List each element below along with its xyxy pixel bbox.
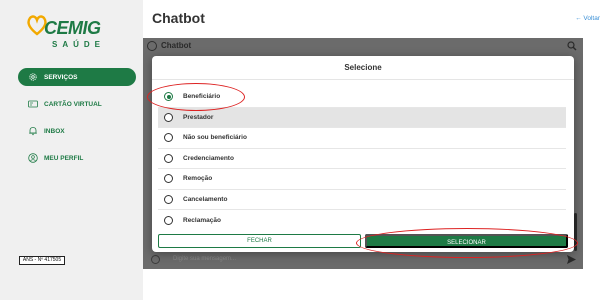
option-label: Não sou beneficiário bbox=[183, 134, 247, 142]
options-list: Beneficiário Prestador Não sou beneficiá… bbox=[158, 87, 566, 231]
cemig-saude-logo: CEMIG SAÚDE bbox=[24, 10, 120, 54]
option-label: Reclamação bbox=[183, 216, 221, 224]
attach-plus-icon[interactable] bbox=[151, 255, 160, 264]
app-root: CEMIG SAÚDE SERVIÇOS CARTÃO VIRTUAL INBO… bbox=[0, 0, 616, 300]
card-icon bbox=[28, 100, 38, 108]
back-link[interactable]: ← Voltar bbox=[575, 15, 600, 22]
sidebar-item-inbox[interactable]: INBOX bbox=[18, 122, 136, 140]
option-label: Prestador bbox=[183, 113, 214, 121]
message-input[interactable]: Digite sua mensagem... bbox=[173, 256, 236, 262]
select-modal: Selecione Beneficiário Prestador Não sou… bbox=[152, 56, 574, 252]
radio-button[interactable] bbox=[164, 112, 173, 122]
logo-brand: CEMIG bbox=[44, 18, 101, 38]
bell-icon bbox=[29, 127, 37, 136]
sidebar: CEMIG SAÚDE SERVIÇOS CARTÃO VIRTUAL INBO… bbox=[0, 0, 143, 300]
radio-button[interactable] bbox=[164, 92, 173, 102]
close-button[interactable]: FECHAR bbox=[158, 234, 361, 248]
option-remocao[interactable]: Remoção bbox=[158, 169, 566, 190]
sidebar-item-label: INBOX bbox=[44, 127, 65, 135]
option-prestador[interactable]: Prestador bbox=[158, 107, 566, 128]
option-label: Beneficiário bbox=[183, 93, 221, 101]
sidebar-item-meu-perfil[interactable]: MEU PERFIL bbox=[18, 149, 136, 167]
radio-button[interactable] bbox=[164, 215, 173, 225]
option-label: Cancelamento bbox=[183, 195, 228, 203]
select-button[interactable]: SELECIONAR bbox=[365, 234, 568, 248]
option-label: Remoção bbox=[183, 175, 213, 183]
sidebar-item-cartao-virtual[interactable]: CARTÃO VIRTUAL bbox=[18, 95, 136, 113]
sidebar-item-label: SERVIÇOS bbox=[44, 73, 78, 81]
option-cancelamento[interactable]: Cancelamento bbox=[158, 190, 566, 210]
option-label: Credenciamento bbox=[183, 154, 234, 162]
sidebar-item-label: CARTÃO VIRTUAL bbox=[44, 100, 102, 108]
search-icon[interactable] bbox=[567, 41, 577, 51]
radio-button[interactable] bbox=[164, 153, 173, 163]
sidebar-item-label: MEU PERFIL bbox=[44, 154, 84, 162]
sidebar-nav: SERVIÇOS CARTÃO VIRTUAL INBOX MEU PERFIL bbox=[18, 68, 136, 176]
radio-button[interactable] bbox=[164, 174, 173, 184]
chat-scrollbar[interactable] bbox=[574, 213, 577, 251]
chat-composer: Digite sua mensagem... bbox=[143, 252, 583, 268]
logo-subtitle: SAÚDE bbox=[52, 40, 106, 49]
chat-back-icon[interactable] bbox=[147, 41, 157, 51]
modal-title: Selecione bbox=[152, 56, 574, 80]
radio-button[interactable] bbox=[164, 133, 173, 143]
option-nao-sou-beneficiario[interactable]: Não sou beneficiário bbox=[158, 128, 566, 149]
sidebar-item-servicos[interactable]: SERVIÇOS bbox=[18, 68, 136, 86]
user-icon bbox=[28, 153, 38, 163]
option-reclamacao[interactable]: Reclamação bbox=[158, 210, 566, 231]
option-beneficiario[interactable]: Beneficiário bbox=[158, 87, 566, 108]
chat-title: Chatbot bbox=[161, 41, 192, 50]
ans-registration-badge: ANS - Nº 417505 bbox=[19, 256, 65, 265]
gear-icon bbox=[29, 73, 37, 81]
radio-button[interactable] bbox=[164, 194, 173, 204]
page-title: Chatbot bbox=[152, 10, 205, 26]
chat-header: Chatbot bbox=[143, 38, 583, 55]
option-credenciamento[interactable]: Credenciamento bbox=[158, 149, 566, 169]
send-icon[interactable] bbox=[566, 254, 577, 265]
